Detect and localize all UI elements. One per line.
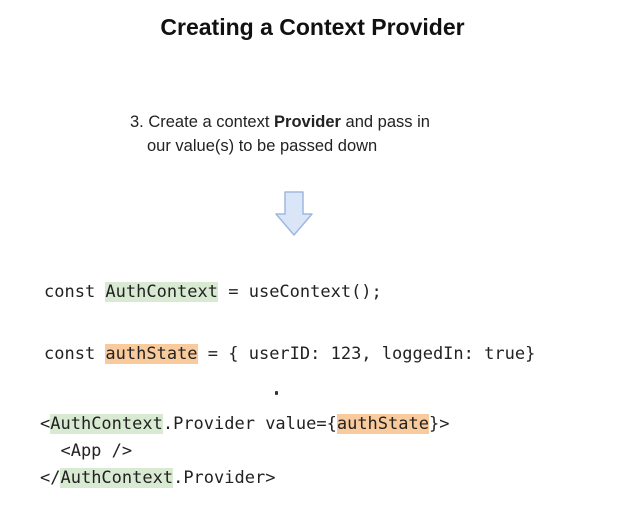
- code-tag-close: }>: [428, 414, 450, 434]
- down-arrow-shape: [275, 191, 313, 236]
- code-tag-open: <: [40, 414, 51, 434]
- code-provider-prop: .Provider value={: [162, 414, 337, 434]
- step-text-after: and pass in: [340, 113, 430, 131]
- step-bold-word: Provider: [274, 113, 341, 131]
- code-expression: = { userID: 123, loggedIn: true}: [197, 344, 536, 364]
- step-number: 3.: [130, 113, 144, 131]
- code-expression: = useContext();: [218, 282, 382, 302]
- step-line-2: our value(s) to be passed down: [147, 137, 378, 155]
- down-arrow-icon: [275, 191, 313, 236]
- code-line-provider-open: <AuthContext.Provider value={authState}>: [40, 411, 449, 437]
- slide-title: Creating a Context Provider: [160, 14, 465, 40]
- code-tag-open: </: [40, 468, 61, 488]
- auth-state-highlight: authState: [105, 344, 198, 364]
- auth-context-highlight: AuthContext: [60, 468, 174, 488]
- code-line-state: const authState = { userID: 123, loggedI…: [44, 341, 535, 367]
- code-line-context: const AuthContext = useContext();: [44, 279, 382, 305]
- mouse-cursor: [275, 391, 278, 395]
- code-line-provider-close: </AuthContext.Provider>: [40, 465, 275, 491]
- code-tag-close: .Provider>: [173, 468, 276, 488]
- code-keyword: const: [44, 344, 106, 364]
- auth-context-highlight: AuthContext: [105, 282, 219, 302]
- step-description: 3. Create a context Provider and pass in…: [130, 110, 530, 158]
- code-line-app: <App />: [40, 441, 133, 461]
- code-keyword: const: [44, 282, 106, 302]
- auth-context-highlight: AuthContext: [50, 414, 163, 434]
- step-text-before: Create a context: [143, 113, 275, 131]
- auth-state-highlight: authState: [336, 414, 429, 434]
